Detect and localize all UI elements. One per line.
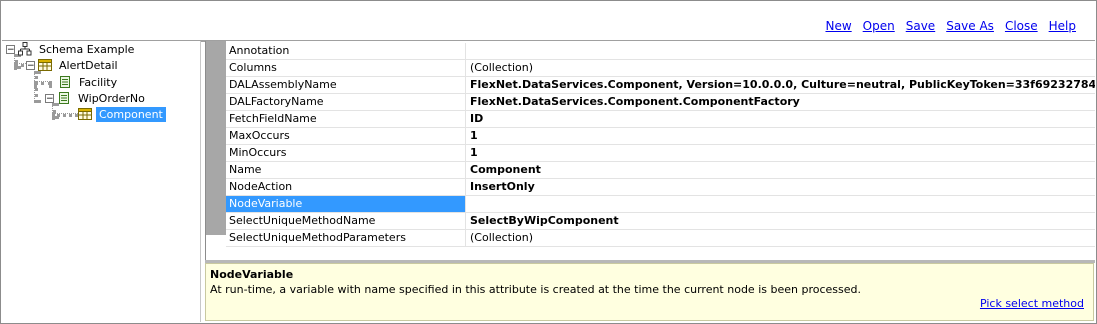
property-rows: Annotation Columns (Collection) DALAssem… [226,43,1095,247]
property-name[interactable]: MinOccurs [226,145,466,161]
collapse-toggle-icon[interactable]: − [26,60,35,70]
property-value[interactable]: SelectByWipComponent [466,213,1095,229]
property-name[interactable]: FetchFieldName [226,111,466,127]
property-row[interactable]: DALAssemblyName FlexNet.DataServices.Com… [226,77,1095,94]
property-value[interactable]: (Collection) [466,60,1095,76]
property-value[interactable]: FlexNet.DataServices.Component, Version=… [466,77,1095,93]
property-value[interactable]: FlexNet.DataServices.Component.Component… [466,94,1095,110]
tree-node-wiporderno[interactable]: − WipOrderNo [45,90,148,106]
property-row[interactable]: NodeAction InsertOnly [226,179,1095,196]
property-value[interactable]: (Collection) [466,230,1095,246]
property-name[interactable]: Annotation [226,43,466,59]
menu-save-link[interactable]: Save [906,19,935,33]
tree-node-facility[interactable]: Facility [58,74,120,90]
menu-open-link[interactable]: Open [863,19,895,33]
property-row-selected[interactable]: NodeVariable [226,196,1095,213]
property-name[interactable]: DALAssemblyName [226,77,466,93]
collapse-toggle-icon[interactable]: − [45,93,54,103]
tree-node-label[interactable]: AlertDetail [56,58,121,73]
description-text: At run-time, a variable with name specif… [210,283,861,296]
property-value[interactable]: 1 [466,128,1095,144]
property-row[interactable]: MaxOccurs 1 [226,128,1095,145]
property-name[interactable]: Columns [226,60,466,76]
property-row[interactable]: Name Component [226,162,1095,179]
property-name[interactable]: MaxOccurs [226,128,466,144]
property-grid[interactable]: Annotation Columns (Collection) DALAssem… [205,41,1096,260]
tree-node-label[interactable]: Facility [76,75,120,90]
property-value[interactable]: 1 [466,145,1095,161]
tree-connector [34,81,52,85]
property-name[interactable]: Name [226,162,466,178]
property-value[interactable]: InsertOnly [466,179,1095,195]
property-name[interactable]: NodeAction [226,179,466,195]
tree-node-label[interactable]: Component [96,106,166,122]
property-row[interactable]: MinOccurs 1 [226,145,1095,162]
property-name[interactable]: SelectUniqueMethodParameters [226,230,466,246]
schema-tree[interactable]: − Schema Example − AlertDetail Facility … [1,41,201,322]
tree-connector [34,71,38,103]
property-value-input[interactable] [466,196,1095,212]
property-value[interactable]: Component [466,162,1095,178]
property-name[interactable]: DALFactoryName [226,94,466,110]
menu-new-link[interactable]: New [825,19,851,33]
menu-bar: New Open Save Save As Close Help [2,2,1095,42]
tree-node-label[interactable]: Schema Example [36,42,137,57]
property-row[interactable]: SelectUniqueMethodParameters (Collection… [226,230,1095,247]
tree-node-alertdetail[interactable]: − AlertDetail [26,57,121,73]
table-icon [38,59,52,71]
table-icon [78,108,92,120]
property-row[interactable]: Columns (Collection) [226,60,1095,77]
property-row[interactable]: DALFactoryName FlexNet.DataServices.Comp… [226,94,1095,111]
property-value[interactable] [466,43,1095,59]
property-row[interactable]: FetchFieldName ID [226,111,1095,128]
menu-close-link[interactable]: Close [1005,19,1038,33]
tree-node-component[interactable]: Component [78,106,166,122]
menu-save-as-link[interactable]: Save As [946,19,994,33]
property-row[interactable]: Annotation [226,43,1095,60]
schema-icon [18,42,32,56]
tree-node-label[interactable]: WipOrderNo [75,91,148,106]
tree-node-schema-example[interactable]: − Schema Example [6,41,137,57]
property-name[interactable]: SelectUniqueMethodName [226,213,466,229]
description-pane: NodeVariable At run-time, a variable wit… [205,263,1094,321]
grid-gutter [206,41,226,235]
field-icon [60,76,70,88]
property-row[interactable]: SelectUniqueMethodName SelectByWipCompon… [226,213,1095,230]
collapse-toggle-icon[interactable]: − [6,44,15,54]
pick-select-method-link[interactable]: Pick select method [980,297,1084,310]
field-icon [59,92,69,104]
menu-links: New Open Save Save As Close Help [825,19,1076,33]
menu-help-link[interactable]: Help [1049,19,1076,33]
property-name[interactable]: NodeVariable [226,196,466,212]
property-value[interactable]: ID [466,111,1095,127]
description-title: NodeVariable [210,268,294,281]
